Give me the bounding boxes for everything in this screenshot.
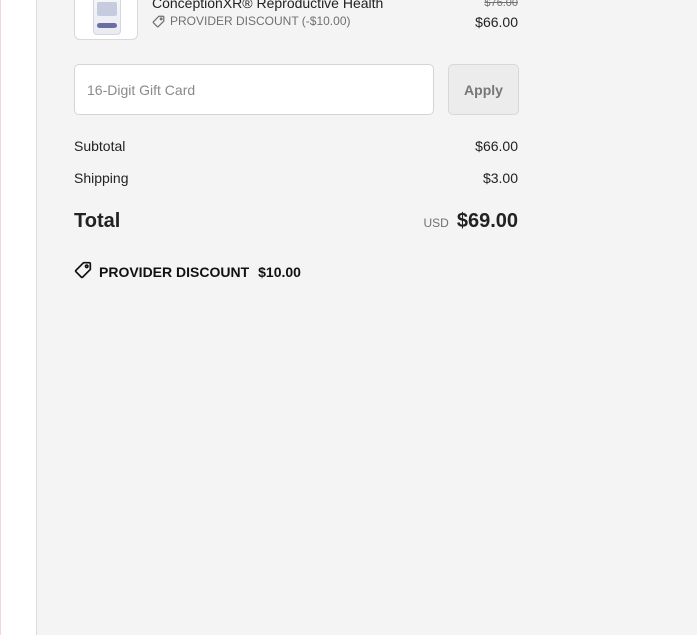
shipping-value: $3.00 — [482, 170, 518, 186]
line-item: ConceptionXR® Reproductive Health PROVID… — [74, 0, 518, 42]
subtotal-label: Subtotal — [74, 138, 126, 154]
subtotal-row: Subtotal $66.00 — [74, 138, 518, 154]
line-item-discount-text: PROVIDER DISCOUNT (-$10.00) — [170, 14, 351, 28]
total-amount-group: USD $69.00 — [423, 210, 518, 233]
total-label: Total — [74, 210, 121, 232]
tag-icon — [74, 261, 92, 282]
total-value: $69.00 — [456, 210, 518, 232]
savings-amount: $10.00 — [258, 263, 301, 280]
shipping-row: Shipping $3.00 — [74, 170, 518, 186]
apply-button[interactable]: Apply — [448, 64, 519, 115]
checkout-form-pane — [0, 0, 36, 635]
product-thumbnail — [74, 0, 138, 40]
line-item-discount: PROVIDER DISCOUNT (-$10.00) — [152, 14, 351, 28]
product-bottle-image — [93, 0, 121, 35]
shipping-label: Shipping — [74, 170, 129, 186]
product-name: ConceptionXR® Reproductive Health — [152, 0, 384, 11]
current-price: $66.00 — [475, 14, 518, 30]
tag-icon — [152, 15, 165, 28]
total-row: Total USD $69.00 — [74, 210, 518, 233]
currency-code: USD — [423, 216, 449, 230]
subtotal-value: $66.00 — [475, 138, 518, 154]
gift-card-input[interactable] — [74, 64, 434, 115]
savings-label: PROVIDER DISCOUNT — [99, 263, 250, 280]
original-price: $76.00 — [484, 0, 518, 9]
savings-summary: PROVIDER DISCOUNT $10.00 — [74, 261, 301, 282]
checkout-page: ConceptionXR® Reproductive Health PROVID… — [0, 0, 697, 635]
